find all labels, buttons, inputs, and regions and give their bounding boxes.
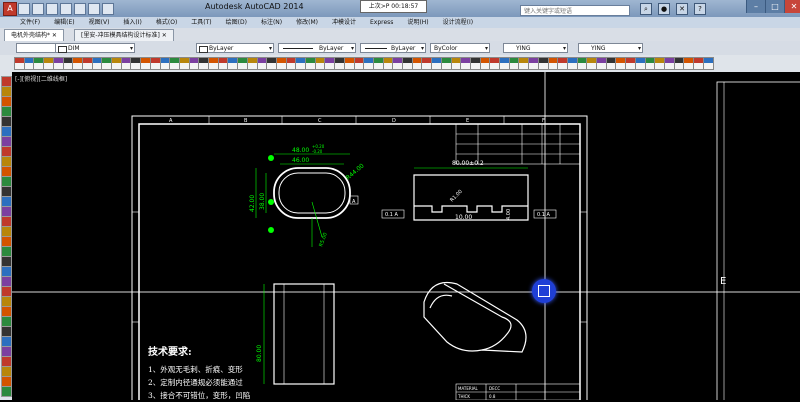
help-toolbar: ⌕ ● ✕ ? [640, 3, 706, 15]
menu-die-design[interactable]: 冲模设计 [327, 17, 365, 28]
lineweight-value: ByLayer [391, 45, 416, 52]
title-bar: A Autodesk AutoCAD 2014 上次>P 00:18:57 键入… [0, 0, 800, 17]
undo-icon[interactable] [88, 3, 100, 15]
menu-draw[interactable]: 绘图(D) [221, 17, 256, 28]
technical-requirements: 技术要求: 1、外观无毛刺、折痕、变形 2、定制内径通规必须能通过 3、接合不可… [148, 346, 250, 402]
border-letter: F [542, 118, 545, 124]
plotstyle-combo[interactable]: ByColor ▾ [430, 43, 490, 53]
saveas-icon[interactable] [60, 3, 72, 15]
tab-standard-drawing[interactable]: [里安-冲压模具结构设计标准] ✕ [74, 29, 174, 41]
tol-frame-left: 0.1 A [385, 212, 399, 218]
menu-items: 文件(F) 编辑(E) 视图(V) 插入(I) 格式(O) 工具(T) 绘图(D… [15, 17, 505, 28]
datum-label: A [352, 199, 356, 205]
layer-value: DIM [68, 45, 80, 52]
dim-slot-len: 80.00±0.2 [452, 160, 484, 167]
tab-label: 电机外壳结构* [11, 32, 51, 39]
border-letter: A [169, 118, 173, 124]
border-letter: D [392, 118, 396, 124]
linetype-combo[interactable]: ByLayer ▾ [278, 43, 356, 53]
menu-tools[interactable]: 工具(T) [186, 17, 220, 28]
layer-color-swatch [58, 46, 67, 53]
timer-popup: 上次>P 00:18:57 [360, 0, 427, 13]
tol-frame-right: 0.1 A [537, 212, 551, 218]
border-letter: C [318, 118, 322, 124]
left-toolbar-command-icon[interactable] [1, 386, 12, 397]
search-input[interactable]: 键入关键字或短语 [520, 5, 630, 16]
border-letter: B [244, 118, 248, 124]
window-title: Autodesk AutoCAD 2014 [205, 2, 304, 11]
menu-help[interactable]: 说明(H) [402, 17, 437, 28]
menu-dimension[interactable]: 标注(N) [256, 17, 291, 28]
side-view [273, 283, 335, 385]
minimize-button[interactable]: – [746, 0, 765, 13]
revision-block [455, 123, 581, 165]
window-controls: – □ ✕ [746, 0, 800, 13]
menu-format[interactable]: 格式(O) [151, 17, 186, 28]
tab-label: [里安-冲压模具结构设计标准] [81, 32, 160, 39]
dim-radius-big: R44.00 [345, 162, 366, 181]
dim-slot-r: R1.00 [449, 189, 464, 204]
right-sheet-border [716, 81, 800, 400]
quick-access-toolbar [18, 3, 114, 15]
redo-icon[interactable] [102, 3, 114, 15]
menu-insert[interactable]: 插入(I) [118, 17, 150, 28]
dim-tol-dn: -0.20 [312, 149, 323, 154]
tab-current-drawing[interactable]: 电机外壳结构* ✕ [4, 29, 64, 41]
open-icon[interactable] [32, 3, 44, 15]
color-swatch [199, 46, 208, 53]
linetype-value: ByLayer [319, 45, 344, 52]
title-material-value: DECC [489, 386, 500, 391]
maximize-button[interactable]: □ [765, 0, 784, 13]
title-thick-label: THICK [457, 394, 470, 399]
color-value: ByLayer [209, 45, 234, 52]
save-icon[interactable] [46, 3, 58, 15]
requirement-item: 3、接合不可错位，变形，凹陷 [148, 391, 251, 400]
menu-edit[interactable]: 编辑(E) [49, 17, 83, 28]
help-icon[interactable]: ? [694, 3, 706, 15]
border-letter: E [466, 118, 469, 124]
menu-view[interactable]: 视图(V) [84, 17, 119, 28]
dim-width-inner: 46.00 [292, 157, 309, 164]
right-border-letter: E [720, 276, 726, 287]
dim-height-left2: 38.00 [259, 193, 266, 210]
plotstyle-value: ByColor [434, 45, 458, 52]
menu-express[interactable]: Express [365, 17, 402, 28]
requirement-item: 2、定制内径通规必须能通过 [148, 378, 243, 387]
crosshair-cursor-icon [532, 279, 556, 303]
dimstyle-value: YING [591, 45, 606, 52]
requirement-item: 1、外观无毛刺、折痕、变形 [148, 365, 243, 374]
print-icon[interactable] [74, 3, 86, 15]
menu-file[interactable]: 文件(F) [15, 17, 49, 28]
user-icon[interactable]: ● [658, 3, 670, 15]
dimstyle-combo[interactable]: YING ▾ [578, 43, 643, 53]
color-combo[interactable]: ByLayer ▾ [196, 43, 274, 53]
search-icon[interactable]: ⌕ [640, 3, 652, 15]
textstyle-combo[interactable]: YING ▾ [503, 43, 568, 53]
autocad-logo-icon[interactable]: A [3, 2, 17, 16]
isometric-view [423, 281, 527, 353]
dim-radius-small: R5.00 [318, 232, 329, 248]
dim-side-height: 80.00 [256, 345, 263, 362]
menu-workflow[interactable]: 设计流程(I) [438, 17, 482, 28]
new-icon[interactable] [18, 3, 30, 15]
front-view: 48.00 +0.20 -0.20 46.00 42.00 38.00 R44.… [249, 144, 366, 248]
exchange-icon[interactable]: ✕ [676, 3, 688, 15]
dim-height-left: 42.00 [249, 195, 256, 212]
menu-modify[interactable]: 修改(M) [291, 17, 327, 28]
layer-combo[interactable]: DIM ▾ [55, 43, 135, 53]
toolbar-command-icon[interactable] [702, 57, 714, 70]
title-material-label: MATERIAL [458, 386, 479, 391]
close-button[interactable]: ✕ [784, 0, 800, 13]
dim-width-top: 48.00 [292, 147, 309, 154]
title-thick-value: 0.8 [489, 394, 496, 399]
drawing-svg: E A B C D E F 48.00 +0.20 -0.20 46.00 42… [12, 72, 800, 400]
lineweight-combo[interactable]: ByLayer ▾ [360, 43, 426, 53]
dim-slot-w: 10.00 [455, 214, 472, 221]
dim-slot-h: 4.00 [506, 209, 512, 220]
textstyle-value: YING [516, 45, 531, 52]
requirements-title: 技术要求: [148, 347, 192, 358]
